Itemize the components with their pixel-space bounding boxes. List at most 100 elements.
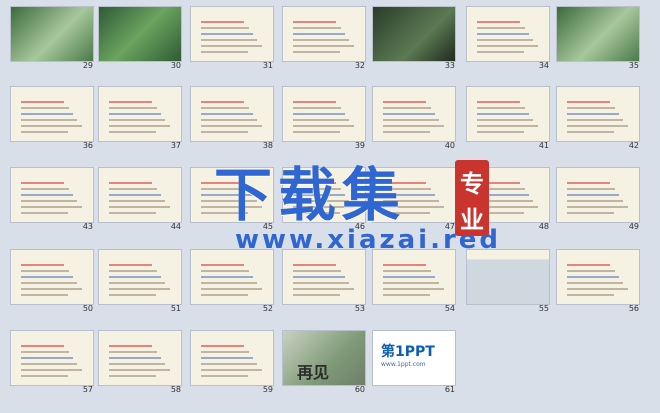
slide-preview bbox=[190, 86, 274, 142]
slide-number: 31 bbox=[262, 61, 273, 70]
slide-line bbox=[201, 107, 249, 109]
slide-text-lines bbox=[293, 17, 355, 53]
slide-thumbnail[interactable]: 43 bbox=[10, 167, 94, 231]
slide-text-lines bbox=[109, 341, 171, 377]
slide-line bbox=[567, 113, 620, 115]
slide-line bbox=[109, 119, 166, 121]
slide-text-lines bbox=[201, 17, 263, 53]
slide-thumbnail[interactable]: 56 bbox=[556, 249, 640, 313]
slide-line bbox=[477, 113, 530, 115]
slide-line bbox=[477, 131, 524, 133]
slide-line bbox=[383, 276, 436, 278]
slide-number: 49 bbox=[628, 222, 639, 231]
slide-thumbnail[interactable]: 57 bbox=[10, 330, 94, 394]
slide-line bbox=[201, 113, 254, 115]
slide-line bbox=[109, 294, 156, 296]
slide-line bbox=[477, 51, 524, 53]
slide-line bbox=[21, 131, 68, 133]
ppt-subtext: www.1ppt.com bbox=[381, 361, 426, 368]
slide-preview bbox=[10, 330, 94, 386]
slide-line bbox=[109, 107, 157, 109]
slide-line bbox=[109, 288, 170, 290]
slide-line bbox=[477, 45, 538, 47]
slide-line bbox=[109, 357, 162, 359]
slide-line bbox=[383, 270, 431, 272]
slide-thumbnail[interactable]: 31 bbox=[190, 6, 274, 70]
slide-thumbnail[interactable]: 49 bbox=[556, 167, 640, 231]
slide-line bbox=[567, 294, 614, 296]
slide-text-lines bbox=[21, 97, 83, 133]
slide-line bbox=[21, 119, 78, 121]
slide-line bbox=[21, 282, 78, 284]
slide-preview bbox=[282, 249, 366, 305]
slide-line bbox=[383, 282, 440, 284]
slide-preview bbox=[98, 249, 182, 305]
slide-line bbox=[201, 363, 258, 365]
slide-line bbox=[109, 264, 153, 266]
slide-thumbnail[interactable]: 37 bbox=[98, 86, 182, 150]
slide-line bbox=[567, 200, 624, 202]
slide-line bbox=[21, 125, 82, 127]
slide-thumbnail[interactable]: 50 bbox=[10, 249, 94, 313]
slide-line bbox=[383, 107, 431, 109]
slide-thumbnail[interactable]: 59 bbox=[190, 330, 274, 394]
slide-line bbox=[201, 345, 245, 347]
slide-line bbox=[201, 39, 258, 41]
slide-line bbox=[21, 357, 74, 359]
slide-thumbnail[interactable]: 34 bbox=[466, 6, 550, 70]
slide-line bbox=[109, 369, 170, 371]
slide-thumbnail[interactable]: 第1PPT www.1ppt.com 61 bbox=[372, 330, 456, 394]
slide-thumbnail[interactable]: 44 bbox=[98, 167, 182, 231]
slide-text-lines bbox=[567, 260, 629, 296]
slide-preview bbox=[190, 6, 274, 62]
slide-number: 40 bbox=[444, 141, 455, 150]
slide-line bbox=[383, 131, 430, 133]
slide-number: 59 bbox=[262, 385, 273, 394]
slide-thumbnail[interactable]: 55 bbox=[466, 249, 550, 313]
slide-number: 50 bbox=[82, 304, 93, 313]
slide-line bbox=[567, 270, 615, 272]
slide-line bbox=[21, 351, 69, 353]
slide-thumbnail[interactable]: 再见 60 bbox=[282, 330, 366, 394]
slide-thumbnail[interactable]: 38 bbox=[190, 86, 274, 150]
slide-line bbox=[201, 375, 248, 377]
slide-line bbox=[21, 369, 82, 371]
slide-thumbnail[interactable]: 53 bbox=[282, 249, 366, 313]
slide-thumbnail[interactable]: 40 bbox=[372, 86, 456, 150]
slide-line bbox=[109, 206, 170, 208]
slide-number: 57 bbox=[82, 385, 93, 394]
slide-line bbox=[201, 33, 254, 35]
ppt-logo-text: 第1PPT bbox=[381, 344, 435, 360]
slide-line bbox=[293, 282, 350, 284]
slide-thumbnail[interactable]: 32 bbox=[282, 6, 366, 70]
slide-line bbox=[201, 294, 248, 296]
seal-top-char: 专 bbox=[460, 170, 484, 198]
slide-line bbox=[109, 182, 153, 184]
slide-text-lines bbox=[109, 178, 171, 214]
slide-thumbnail[interactable]: 42 bbox=[556, 86, 640, 150]
slide-thumbnail[interactable]: 52 bbox=[190, 249, 274, 313]
slide-number: 51 bbox=[170, 304, 181, 313]
slide-thumbnail[interactable]: 35 bbox=[556, 6, 640, 70]
slide-line bbox=[477, 125, 538, 127]
slide-thumbnail[interactable]: 30 bbox=[98, 6, 182, 70]
slide-line bbox=[293, 270, 341, 272]
slide-line bbox=[293, 39, 350, 41]
slide-line bbox=[383, 294, 430, 296]
slide-thumbnail[interactable]: 54 bbox=[372, 249, 456, 313]
slide-preview bbox=[466, 249, 550, 305]
slide-number: 42 bbox=[628, 141, 639, 150]
slide-preview bbox=[10, 6, 94, 62]
slide-thumbnail[interactable]: 51 bbox=[98, 249, 182, 313]
slide-number: 55 bbox=[538, 304, 549, 313]
slide-thumbnail[interactable]: 58 bbox=[98, 330, 182, 394]
slide-line bbox=[383, 288, 444, 290]
slide-thumbnail[interactable]: 36 bbox=[10, 86, 94, 150]
slide-thumbnail[interactable]: 41 bbox=[466, 86, 550, 150]
slide-text-lines bbox=[21, 178, 83, 214]
slide-line bbox=[21, 206, 82, 208]
slide-thumbnail[interactable]: 39 bbox=[282, 86, 366, 150]
slide-thumbnail[interactable]: 29 bbox=[10, 6, 94, 70]
slide-thumbnail[interactable]: 33 bbox=[372, 6, 456, 70]
slide-line bbox=[477, 39, 534, 41]
